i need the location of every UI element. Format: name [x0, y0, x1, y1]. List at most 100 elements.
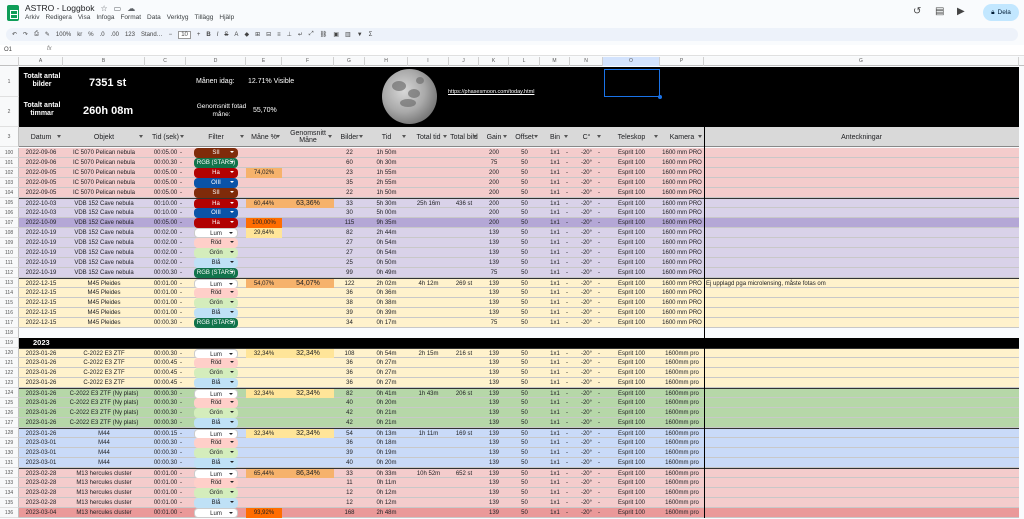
offset-cell[interactable]: 50 [509, 318, 540, 328]
object-cell[interactable]: M45 Pleides [63, 288, 145, 298]
images-cell[interactable]: 39 [334, 308, 365, 318]
gain-cell[interactable]: 139 [479, 358, 509, 368]
merge-icon[interactable]: ⊟ [266, 31, 271, 38]
images-cell[interactable]: 40 [334, 458, 365, 468]
chart-icon[interactable]: ▥ [345, 31, 351, 38]
object-cell[interactable]: M45 Pleides [63, 298, 145, 308]
telescope-cell[interactable]: Esprit 100 [603, 508, 660, 518]
borders-icon[interactable]: ⊞ [255, 31, 260, 38]
time-cell[interactable]: 0h 50m [365, 258, 408, 268]
time-cell[interactable]: 0h 54m [365, 248, 408, 258]
object-cell[interactable]: M13 hercules cluster [63, 498, 145, 508]
offset-cell[interactable]: 50 [509, 488, 540, 498]
filter-dropdown[interactable]: Ha [194, 218, 238, 228]
gain-cell[interactable]: 200 [479, 208, 509, 218]
row-number[interactable]: 110 [0, 248, 19, 258]
object-cell[interactable]: M13 hercules cluster [63, 478, 145, 488]
time-cell[interactable]: 0h 30m [365, 158, 408, 168]
images-cell[interactable]: 27 [334, 248, 365, 258]
offset-cell[interactable]: 50 [509, 378, 540, 388]
column-header-m[interactable]: M [540, 57, 570, 66]
menu-infoga[interactable]: Infoga [96, 14, 114, 21]
valign-icon[interactable]: ⊥ [287, 31, 292, 38]
column-header-f[interactable]: F [282, 57, 334, 66]
header-bin[interactable]: Bin [540, 127, 570, 147]
header-måne-[interactable]: Måne % [246, 127, 282, 147]
row-number[interactable]: 124 [0, 388, 19, 398]
header-datum[interactable]: Datum [19, 127, 63, 147]
time-cell[interactable]: 0h 27m [365, 368, 408, 378]
filter-dropdown[interactable]: Blå [194, 418, 238, 428]
time-cell[interactable]: 0h 21m [365, 418, 408, 428]
gain-cell[interactable]: 75 [479, 318, 509, 328]
gain-cell[interactable]: 200 [479, 148, 509, 158]
telescope-cell[interactable]: Esprit 100 [603, 258, 660, 268]
row-number[interactable]: 2 [0, 97, 19, 127]
time-cell[interactable]: 1h 55m [365, 168, 408, 178]
telescope-cell[interactable]: Esprit 100 [603, 168, 660, 178]
object-cell[interactable]: C-2022 E3 ZTF (Ny plats) [63, 408, 145, 418]
row-number[interactable]: 100 [0, 148, 19, 158]
moon-percent-cell[interactable]: 100,00% [246, 218, 282, 228]
gain-cell[interactable]: 139 [479, 448, 509, 458]
date-cell[interactable]: 2022-10-19 [19, 268, 63, 278]
filter-dropdown[interactable]: Blå [194, 378, 238, 388]
percent-button[interactable]: % [88, 32, 93, 38]
offset-cell[interactable]: 50 [509, 358, 540, 368]
telescope-cell[interactable]: Esprit 100 [603, 408, 660, 418]
row-number[interactable]: 114 [0, 288, 19, 298]
filter-dropdown[interactable]: Blå [194, 498, 238, 508]
filter-dropdown[interactable]: OIII [194, 178, 238, 188]
date-cell[interactable]: 2022-10-19 [19, 258, 63, 268]
telescope-cell[interactable]: Esprit 100 [603, 308, 660, 318]
date-cell[interactable]: 2023-01-26 [19, 378, 63, 388]
telescope-cell[interactable]: Esprit 100 [603, 288, 660, 298]
column-header-j[interactable]: J [449, 57, 479, 66]
header-total-bild[interactable]: Total bild [449, 127, 479, 147]
row-number[interactable]: 117 [0, 318, 19, 328]
moon-percent-cell[interactable]: 74,02% [246, 168, 282, 178]
time-cell[interactable]: 2h 48m [365, 508, 408, 518]
gain-cell[interactable]: 139 [479, 498, 509, 508]
date-cell[interactable]: 2023-01-26 [19, 358, 63, 368]
date-cell[interactable]: 2022-10-19 [19, 228, 63, 238]
camera-cell[interactable]: 1600 mm PRO [660, 188, 704, 198]
telescope-cell[interactable]: Esprit 100 [603, 418, 660, 428]
column-header-p[interactable]: P [660, 57, 704, 66]
header-total-tid[interactable]: Total tid [408, 127, 449, 147]
date-cell[interactable]: 2022-09-06 [19, 158, 63, 168]
fill-color-icon[interactable]: ◆ [244, 31, 249, 38]
row-number[interactable]: 105 [0, 198, 19, 208]
object-cell[interactable]: M44 [63, 438, 145, 448]
time-cell[interactable]: 1h 50m [365, 188, 408, 198]
filter-dropdown[interactable]: Lum [194, 508, 238, 518]
offset-cell[interactable]: 50 [509, 308, 540, 318]
row-number[interactable]: 131 [0, 458, 19, 468]
offset-cell[interactable]: 50 [509, 418, 540, 428]
header-tid-sek-[interactable]: Tid (sek) [145, 127, 186, 147]
object-cell[interactable]: VDB 152 Cave nebula [63, 238, 145, 248]
offset-cell[interactable]: 50 [509, 478, 540, 488]
row-number[interactable]: 111 [0, 258, 19, 268]
object-cell[interactable]: VDB 152 Cave nebula [63, 248, 145, 258]
images-cell[interactable]: 36 [334, 288, 365, 298]
time-cell[interactable]: 0h 12m [365, 498, 408, 508]
filter-dropdown[interactable]: Blå [194, 458, 238, 468]
italic-button[interactable]: I [217, 32, 219, 38]
filter-dropdown[interactable]: Röd [194, 358, 238, 368]
offset-cell[interactable]: 50 [509, 158, 540, 168]
gain-cell[interactable]: 139 [479, 258, 509, 268]
telescope-cell[interactable]: Esprit 100 [603, 318, 660, 328]
object-cell[interactable]: M45 Pleides [63, 318, 145, 328]
date-cell[interactable]: 2023-03-01 [19, 448, 63, 458]
time-cell[interactable]: 0h 20m [365, 398, 408, 408]
images-cell[interactable]: 115 [334, 218, 365, 228]
telescope-cell[interactable]: Esprit 100 [603, 248, 660, 258]
camera-cell[interactable]: 1600 mm PRO [660, 268, 704, 278]
header-c-[interactable]: C° [570, 127, 603, 147]
column-header-k[interactable]: K [479, 57, 509, 66]
row-number[interactable]: 119 [0, 338, 19, 348]
telescope-cell[interactable]: Esprit 100 [603, 458, 660, 468]
redo-icon[interactable]: ↷ [23, 31, 28, 38]
gain-cell[interactable]: 139 [479, 458, 509, 468]
